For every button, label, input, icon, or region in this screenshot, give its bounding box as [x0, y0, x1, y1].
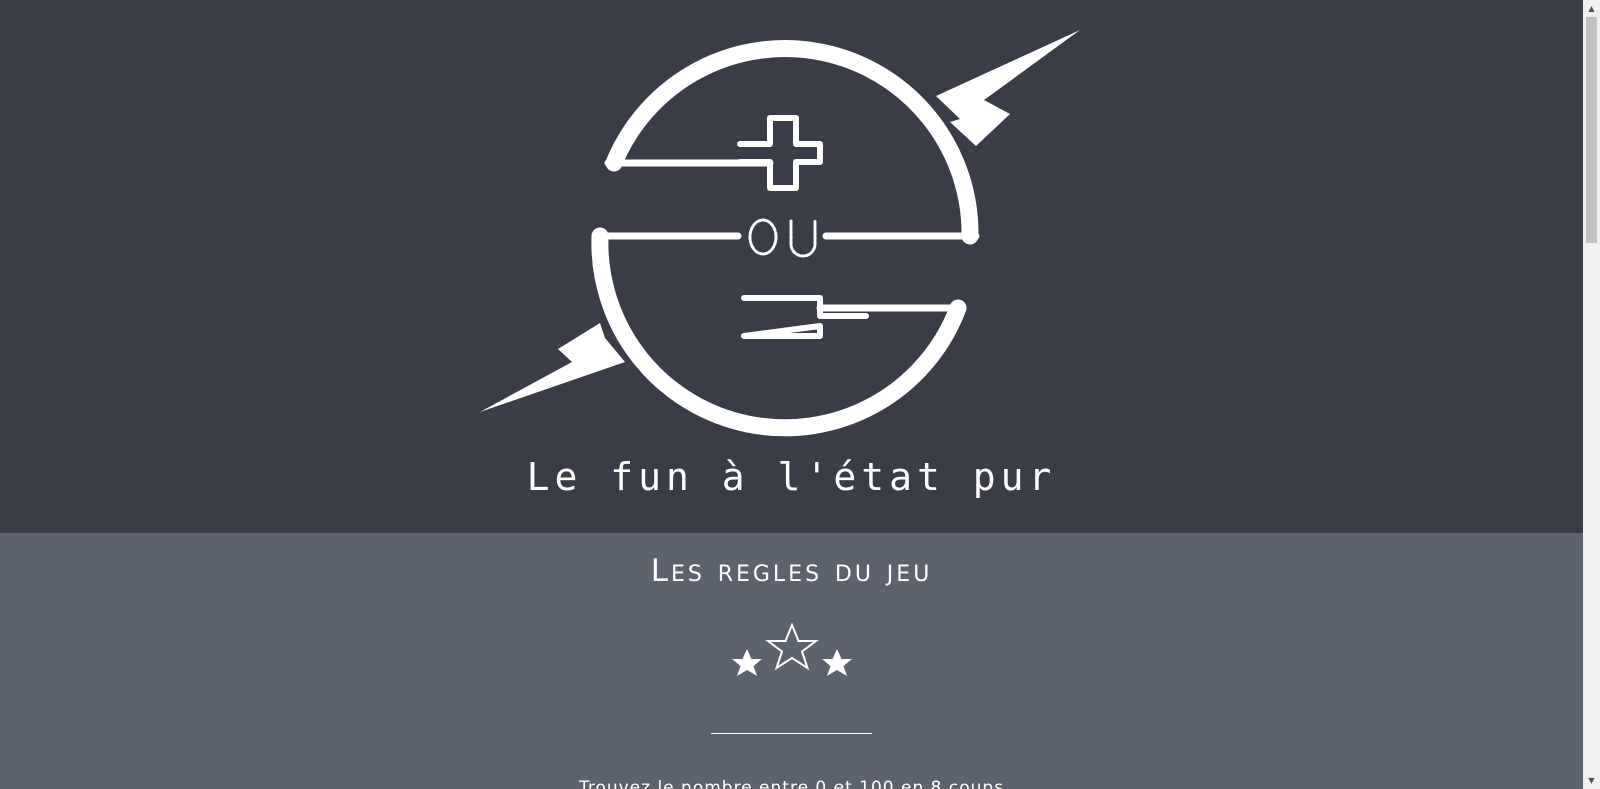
scroll-thumb[interactable] [1586, 17, 1597, 243]
plus-ou-minus-logo-icon [480, 30, 1080, 437]
section-divider [711, 733, 872, 734]
page: Le fun à l'état pur Les regles du jeu Tr… [0, 0, 1583, 789]
tagline: Le fun à l'état pur [526, 455, 1057, 499]
rules-text: Trouvez le nombre entre 0 et 100 en 8 co… [578, 778, 1005, 789]
star-right-icon [822, 649, 852, 676]
rules-title: Les regles du jeu [650, 553, 933, 589]
hero-section: Le fun à l'état pur [0, 0, 1583, 533]
three-stars-icon [732, 623, 852, 676]
rules-section: Les regles du jeu Trouvez le nombre entr… [0, 533, 1583, 789]
vertical-scrollbar[interactable]: ▲ ▼ [1583, 0, 1600, 789]
star-left-icon [732, 649, 762, 676]
scroll-up-arrow-icon[interactable]: ▲ [1583, 0, 1600, 17]
star-center-icon [765, 623, 819, 671]
scroll-down-arrow-icon[interactable]: ▼ [1583, 772, 1600, 789]
